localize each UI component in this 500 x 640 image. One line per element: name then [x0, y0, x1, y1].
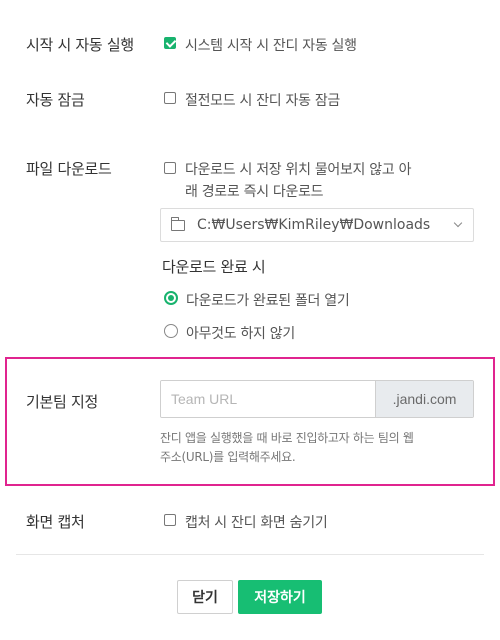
checkbox-checked-icon[interactable]	[164, 37, 176, 49]
checkbox-icon[interactable]	[164, 162, 176, 174]
download-option-line2: 래 경로로 즉시 다운로드	[185, 184, 324, 200]
radio-do-nothing-label: 아무것도 하지 않기	[186, 326, 295, 342]
download-option-text: 다운로드 시 저장 위치 물어보지 않고 아 래 경로로 즉시 다운로드	[185, 159, 411, 203]
startup-label: 시작 시 자동 실행	[26, 36, 134, 54]
download-path-value: C:₩Users₩KimRiley₩Downloads	[197, 217, 431, 233]
auto-lock-label: 자동 잠금	[26, 91, 85, 109]
screen-capture-option-label: 캡처 시 잔디 화면 숨기기	[185, 515, 328, 531]
auto-lock-option[interactable]: 절전모드 시 잔디 자동 잠금	[164, 90, 340, 110]
screen-capture-option[interactable]: 캡처 시 잔디 화면 숨기기	[164, 512, 328, 532]
chevron-down-icon	[453, 218, 463, 228]
download-option[interactable]: 다운로드 시 저장 위치 물어보지 않고 아 래 경로로 즉시 다운로드	[164, 159, 411, 203]
close-button[interactable]: 닫기	[177, 580, 233, 614]
default-team-label: 기본팀 지정	[26, 393, 98, 411]
radio-icon[interactable]	[164, 324, 178, 338]
checkbox-icon[interactable]	[164, 514, 176, 526]
startup-option-label: 시스템 시작 시 잔디 자동 실행	[185, 38, 357, 54]
download-option-line1: 다운로드 시 저장 위치 물어보지 않고 아	[185, 162, 412, 178]
download-path-select[interactable]: C:₩Users₩KimRiley₩Downloads	[160, 208, 474, 242]
radio-selected-icon[interactable]	[164, 291, 178, 305]
startup-option[interactable]: 시스템 시작 시 잔디 자동 실행	[164, 35, 357, 55]
auto-lock-option-label: 절전모드 시 잔디 자동 잠금	[185, 93, 340, 109]
save-button[interactable]: 저장하기	[238, 580, 322, 614]
checkbox-icon[interactable]	[164, 92, 176, 104]
download-label: 파일 다운로드	[26, 160, 112, 178]
team-url-input[interactable]	[161, 381, 375, 417]
download-complete-heading: 다운로드 완료 시	[162, 258, 266, 276]
team-url-help: 잔디 앱을 실행했을 때 바로 진입하고자 하는 팀의 웹 주소(URL)를 입…	[160, 429, 478, 467]
footer-divider	[16, 554, 484, 555]
team-url-group: .jandi.com	[160, 380, 474, 418]
radio-open-folder-label: 다운로드가 완료된 폴더 열기	[186, 293, 350, 309]
folder-icon	[171, 216, 185, 231]
screen-capture-label: 화면 캡처	[26, 513, 85, 531]
team-url-suffix: .jandi.com	[375, 381, 473, 417]
radio-do-nothing[interactable]: 아무것도 하지 않기	[164, 323, 295, 343]
team-url-help-line2: 주소(URL)를 입력해주세요.	[160, 450, 296, 464]
radio-open-folder[interactable]: 다운로드가 완료된 폴더 열기	[164, 290, 350, 310]
team-url-help-line1: 잔디 앱을 실행했을 때 바로 진입하고자 하는 팀의 웹	[160, 431, 414, 445]
